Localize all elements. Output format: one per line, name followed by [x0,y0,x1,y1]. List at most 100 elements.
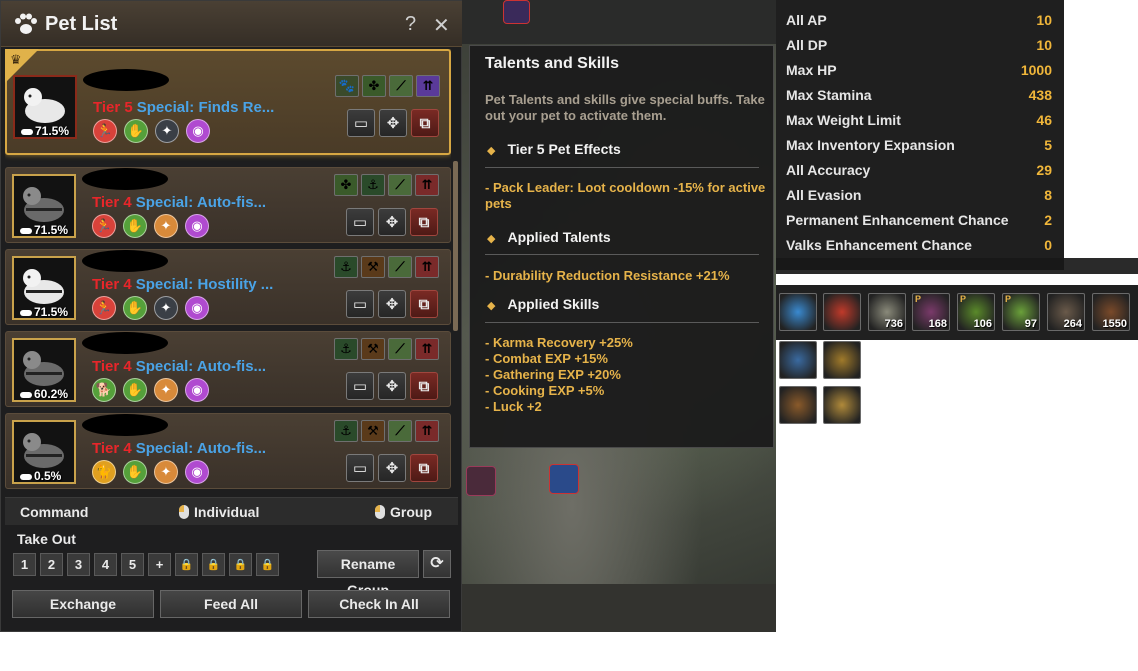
group-command[interactable]: Group [375,504,432,520]
bone-icon [20,473,32,480]
feed-bowl-button[interactable]: ▭ [346,372,374,400]
skill-icon[interactable]: 🏃 [93,119,117,143]
paw-command-button[interactable]: ✥ [378,454,406,482]
close-button[interactable]: ✕ [433,13,450,38]
pet-image-icon [23,433,64,468]
pet-card[interactable]: 60.2% Tier 4 Special: Auto-fis... 🐕 ✋ ✦ ◉ ⚓ ⚒ ⟋ ⇈… [5,331,451,407]
talent-icon[interactable]: ⇈ [415,174,439,196]
skill-icon[interactable]: ✦ [154,296,178,320]
talent-icon[interactable]: ⟋ [388,174,412,196]
talent-icon[interactable]: ⚓ [334,338,358,360]
group-slot-4[interactable]: 4 [94,553,117,576]
paw-command-button[interactable]: ✥ [379,109,407,137]
green-elixir-item-icon[interactable]: P 97 [1002,293,1040,331]
stat-row: Max Stamina 438 [786,87,1052,103]
talent-icon[interactable]: ⇈ [415,256,439,278]
red-orb-item-icon[interactable] [823,293,861,331]
take-out-box-button[interactable]: ⧉ [410,208,438,236]
talent-icon[interactable]: ⟋ [388,338,412,360]
take-out-box-button[interactable]: ⧉ [411,109,439,137]
group-slot-5[interactable]: 5 [121,553,144,576]
skill-icon[interactable]: 🏃 [92,214,116,238]
bowl-item-icon[interactable]: 264 [1047,293,1085,331]
locked-slot-icon[interactable]: 🔒 [175,553,198,576]
blue-orb-item-icon[interactable] [779,293,817,331]
take-out-box-button[interactable]: ⧉ [410,290,438,318]
skill-icon[interactable]: ✦ [154,460,178,484]
skill-icon[interactable]: 🐈 [92,460,116,484]
treasure-item-icon[interactable] [823,386,861,424]
feed-bowl-button[interactable]: ▭ [347,109,375,137]
skill-icon[interactable]: ✋ [123,296,147,320]
talent-icon[interactable]: ⇈ [415,338,439,360]
pet-list-scrollbar[interactable] [453,161,458,331]
skill-icon[interactable]: ✦ [154,378,178,402]
pet-card[interactable]: 71.5% Tier 4 Special: Hostility ... 🏃 ✋ ✦ ◉ ⚓ ⚒… [5,249,451,325]
locked-slot-icon[interactable]: 🔒 [256,553,279,576]
skill-icon[interactable]: ◉ [185,378,209,402]
compass-item-icon[interactable] [779,386,817,424]
skill-icon[interactable]: ✦ [154,214,178,238]
scroll-item-icon[interactable]: 736 [868,293,906,331]
skill-icon[interactable]: ✋ [123,214,147,238]
talent-icon[interactable]: ⟋ [388,420,412,442]
talent-icon[interactable]: ⇈ [416,75,440,97]
add-slot-button[interactable]: + [148,553,171,576]
pet-card[interactable]: 0.5% Tier 4 Special: Auto-fis... 🐈 ✋ ✦ ◉ ⚓ ⚒ ⟋ ⇈ … [5,413,451,489]
talent-icon[interactable]: ✤ [334,174,358,196]
skill-icon[interactable]: ◉ [186,119,210,143]
help-button[interactable]: ? [405,13,416,36]
feed-bowl-button[interactable]: ▭ [346,454,374,482]
skill-effect-line: - Karma Recovery +25% [485,335,633,350]
talent-icon[interactable]: ⚓ [334,420,358,442]
pet-talents: ✤ ⚓ ⟋ ⇈ [334,174,439,196]
purple-potion-item-icon[interactable]: P 168 [912,293,950,331]
bone-icon [21,128,33,135]
pet-card[interactable]: 71.5% Tier 4 Special: Auto-fis... 🏃 ✋ ✦ ◉ ✤ ⚓ ⟋ ⇈… [5,167,451,243]
talent-icon[interactable]: ⇈ [415,420,439,442]
skill-icon[interactable]: ✋ [124,119,148,143]
group-slot-1[interactable]: 1 [13,553,36,576]
wood-item-icon[interactable]: 1550 [1092,293,1130,331]
feed-bowl-button[interactable]: ▭ [346,290,374,318]
skill-icon[interactable]: ✋ [123,460,147,484]
talent-icon[interactable]: ⚒ [361,420,385,442]
skill-icon[interactable]: 🏃 [92,296,116,320]
skill-icon[interactable]: ✦ [155,119,179,143]
skill-icon[interactable]: ◉ [185,296,209,320]
individual-command[interactable]: Individual [179,504,259,520]
rename-group-button[interactable]: Rename Group [317,550,419,598]
locked-slot-icon[interactable]: 🔒 [229,553,252,576]
paw-command-button[interactable]: ✥ [378,290,406,318]
pet-skills: 🏃 ✋ ✦ ◉ [92,296,209,320]
skill-icon[interactable]: ◉ [185,460,209,484]
talent-icon[interactable]: ⚒ [361,338,385,360]
locked-slot-icon[interactable]: 🔒 [202,553,225,576]
check-in-all-button[interactable]: Check In All [308,590,450,618]
gold-ring-item-icon[interactable] [823,341,861,379]
green-potion-item-icon[interactable]: P 106 [957,293,995,331]
feed-all-button[interactable]: Feed All [160,590,302,618]
blue-ring-item-icon[interactable] [779,341,817,379]
talent-icon[interactable]: ✤ [362,75,386,97]
exchange-button[interactable]: Exchange [12,590,154,618]
pet-card[interactable]: ♛ 71.5% Tier 5 Special: Finds Re... 🏃 ✋ ✦ ◉ 🐾 ✤… [5,49,451,155]
skill-icon[interactable]: ◉ [185,214,209,238]
talent-icon[interactable]: ⚓ [361,174,385,196]
talent-icon[interactable]: ⟋ [389,75,413,97]
talent-icon[interactable]: ⚒ [361,256,385,278]
talent-icon[interactable]: ⚓ [334,256,358,278]
refresh-button[interactable]: ⟳ [423,550,451,578]
group-slot-2[interactable]: 2 [40,553,63,576]
paw-command-button[interactable]: ✥ [378,372,406,400]
group-slot-3[interactable]: 3 [67,553,90,576]
skill-icon[interactable]: 🐕 [92,378,116,402]
talent-icon[interactable]: 🐾 [335,75,359,97]
pet-tier: Tier 5 [93,99,133,116]
feed-bowl-button[interactable]: ▭ [346,208,374,236]
take-out-box-button[interactable]: ⧉ [410,372,438,400]
paw-command-button[interactable]: ✥ [378,208,406,236]
skill-icon[interactable]: ✋ [123,378,147,402]
talent-icon[interactable]: ⟋ [388,256,412,278]
take-out-box-button[interactable]: ⧉ [410,454,438,482]
